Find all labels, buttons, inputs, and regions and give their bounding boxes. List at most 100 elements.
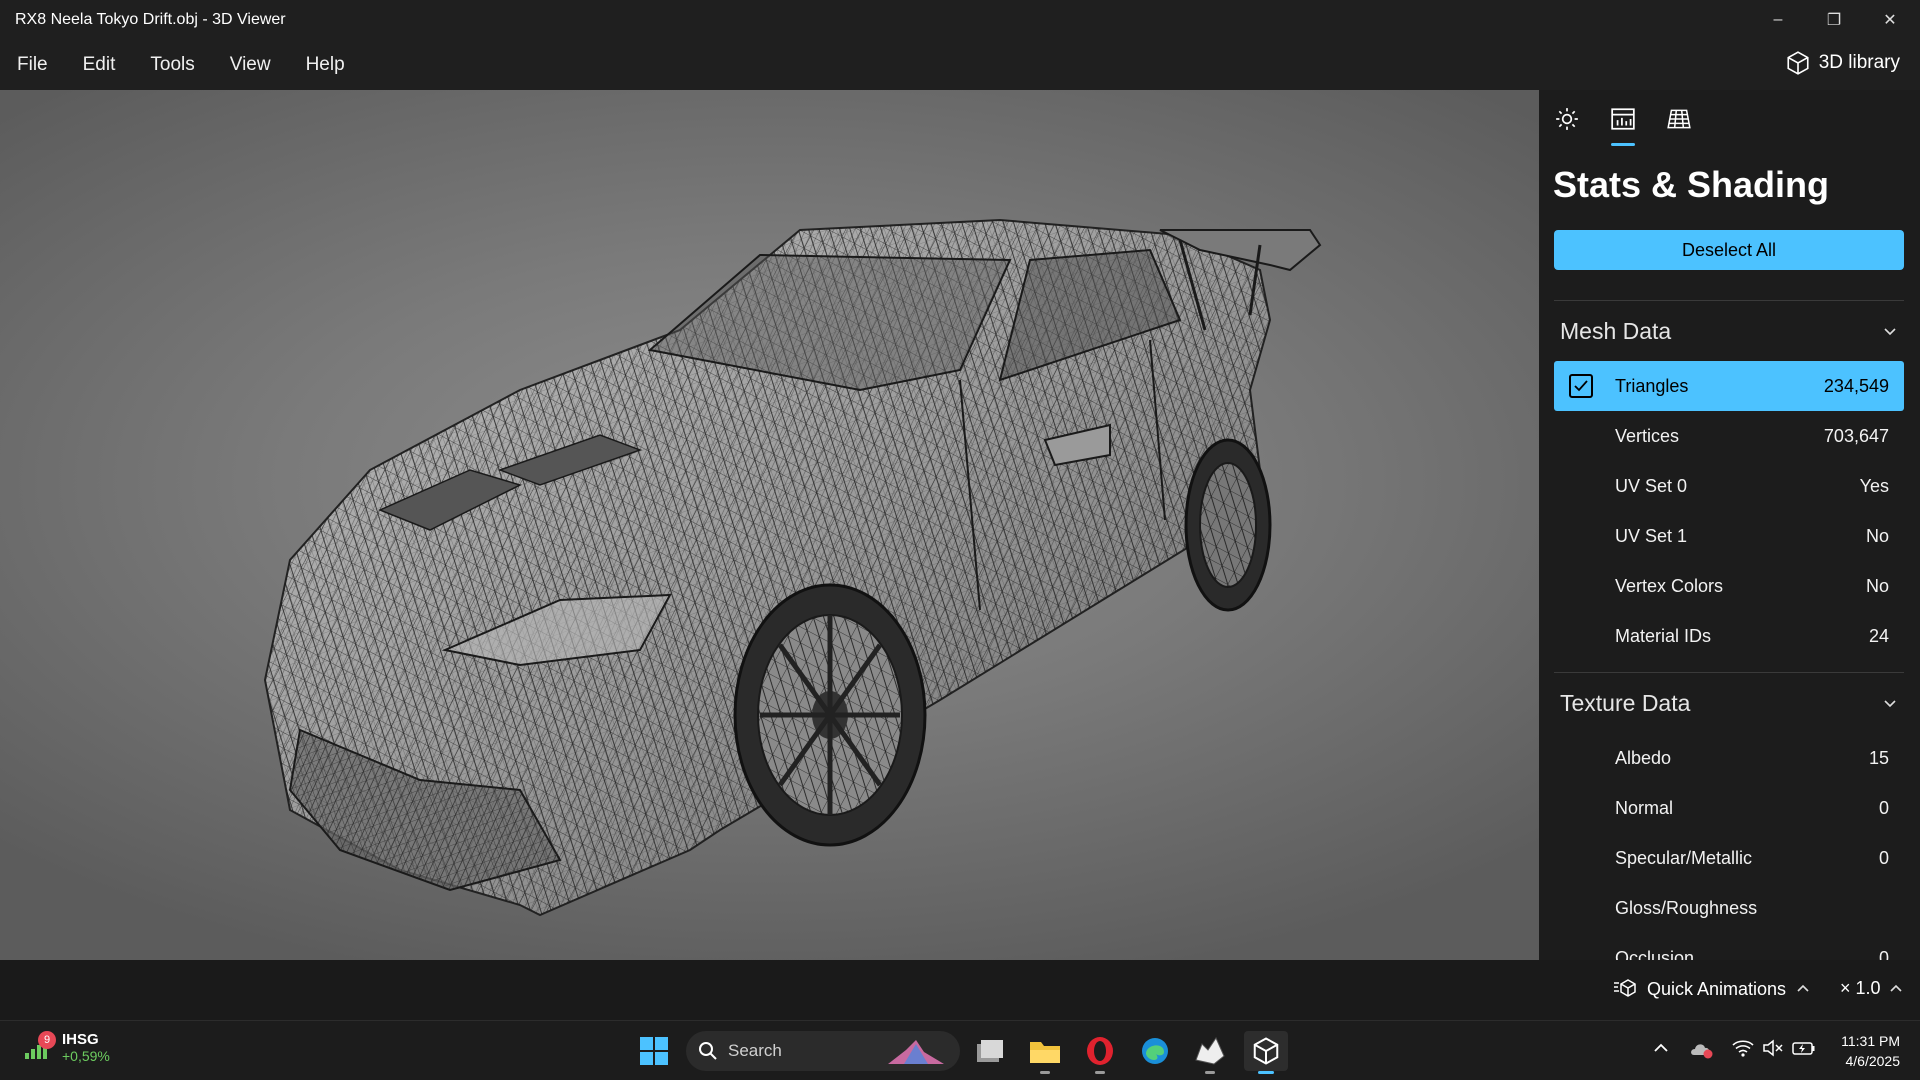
- panel-tabs: [1551, 106, 1695, 146]
- row-label: Normal: [1615, 797, 1674, 818]
- running-indicator: [1040, 1071, 1050, 1074]
- mesh-data-section: Mesh Data Triangles 234,549 Vertices 703…: [1554, 300, 1904, 661]
- system-clock[interactable]: 11:31 PM 4/6/2025: [1830, 1031, 1900, 1071]
- row-label: Vertices: [1615, 425, 1680, 446]
- quick-animations-label: Quick Animations: [1647, 978, 1787, 999]
- animation-bar: Quick Animations × 1.0: [0, 960, 1920, 1020]
- texture-row-gloss-roughness[interactable]: Gloss/Roughness: [1554, 883, 1904, 933]
- wifi-icon[interactable]: [1732, 1039, 1754, 1057]
- stock-widget[interactable]: 9 IHSG +0,59%: [24, 1031, 110, 1064]
- row-label: UV Set 1: [1615, 525, 1688, 546]
- restore-button[interactable]: ❐: [1806, 0, 1862, 40]
- taskbar-opera[interactable]: [1078, 1031, 1122, 1074]
- texture-row-occlusion[interactable]: Occlusion 0: [1554, 933, 1904, 961]
- mesh-row-vertex-colors[interactable]: Vertex Colors No: [1554, 561, 1904, 611]
- row-label: Albedo: [1615, 747, 1672, 768]
- menu-bar: File Edit Tools View Help: [0, 40, 1920, 90]
- cube-icon: [1787, 51, 1809, 75]
- chevron-up-icon: [1797, 984, 1809, 992]
- tab-grid[interactable]: [1663, 106, 1695, 146]
- row-label: Gloss/Roughness: [1615, 897, 1758, 918]
- taskbar-edge[interactable]: [1133, 1031, 1177, 1071]
- tab-stats[interactable]: [1607, 106, 1639, 146]
- deselect-all-button[interactable]: Deselect All: [1554, 230, 1904, 270]
- running-indicator: [1095, 1071, 1105, 1074]
- checkbox-triangles[interactable]: [1569, 374, 1593, 398]
- mesh-row-material-ids[interactable]: Material IDs 24: [1554, 611, 1904, 661]
- menu-tools[interactable]: Tools: [133, 54, 212, 76]
- playback-speed-value: × 1.0: [1840, 978, 1881, 998]
- row-value: 0: [1878, 947, 1889, 961]
- menu-help[interactable]: Help: [289, 54, 363, 76]
- row-value: 0: [1878, 847, 1889, 868]
- close-button[interactable]: ✕: [1862, 0, 1918, 40]
- sun-icon: [1556, 108, 1578, 130]
- playback-speed-button[interactable]: × 1.0: [1840, 978, 1903, 999]
- row-value: No: [1865, 525, 1889, 546]
- clock-time: 11:31 PM: [1841, 1033, 1900, 1049]
- 3d-viewer-icon: [1253, 1037, 1279, 1065]
- texture-row-normal[interactable]: Normal 0: [1554, 783, 1904, 833]
- menu-file[interactable]: File: [0, 54, 66, 76]
- mesh-row-uv-set-1[interactable]: UV Set 1 No: [1554, 511, 1904, 561]
- checkmark-icon: [1574, 380, 1588, 392]
- taskbar-3d-viewer[interactable]: [1244, 1031, 1288, 1074]
- opera-icon: [1087, 1037, 1113, 1065]
- menu-view[interactable]: View: [213, 54, 289, 76]
- tab-lighting[interactable]: [1551, 106, 1583, 146]
- menu-edit[interactable]: Edit: [66, 54, 134, 76]
- mesh-row-vertices[interactable]: Vertices 703,647: [1554, 411, 1904, 461]
- texture-row-albedo[interactable]: Albedo 15: [1554, 733, 1904, 783]
- 3d-viewport[interactable]: [0, 90, 1539, 960]
- minimize-button[interactable]: –: [1750, 0, 1806, 40]
- mesh-data-header[interactable]: Mesh Data: [1554, 301, 1904, 361]
- car-wireframe-model[interactable]: [0, 90, 1539, 960]
- window-title: RX8 Neela Tokyo Drift.obj - 3D Viewer: [15, 11, 286, 28]
- chevron-down-icon: [1884, 700, 1896, 708]
- search-label: Search: [728, 1041, 782, 1060]
- quick-animations-button[interactable]: Quick Animations: [1613, 978, 1810, 1000]
- onedrive-icon[interactable]: [1690, 1039, 1714, 1059]
- row-label: UV Set 0: [1615, 475, 1688, 496]
- search-highlight-icon: [888, 1040, 944, 1064]
- chevron-down-icon: [1884, 328, 1896, 336]
- battery-charging-icon[interactable]: [1792, 1039, 1816, 1057]
- texture-data-title: Texture Data: [1560, 689, 1691, 716]
- chevron-up-icon[interactable]: [1652, 1039, 1670, 1057]
- taskbar-task-view[interactable]: [968, 1031, 1012, 1071]
- taskbar-search[interactable]: Search: [686, 1031, 960, 1071]
- row-label: Vertex Colors: [1615, 575, 1724, 596]
- row-value: 15: [1868, 747, 1889, 768]
- stats-shading-panel: Stats & Shading Deselect All Mesh Data T…: [1539, 90, 1920, 960]
- row-value: 0: [1878, 797, 1889, 818]
- row-label: Specular/Metallic: [1615, 847, 1753, 868]
- row-value: Yes: [1859, 475, 1889, 496]
- 3d-library-button[interactable]: 3D library: [1785, 50, 1900, 76]
- stock-name: IHSG: [62, 1031, 99, 1048]
- taskbar-file-explorer[interactable]: [1023, 1031, 1067, 1074]
- row-value: 703,647: [1823, 425, 1889, 446]
- texture-data-header[interactable]: Texture Data: [1554, 673, 1904, 733]
- chevron-up-icon: [1889, 984, 1902, 992]
- row-value: 24: [1868, 625, 1889, 646]
- animation-cube-icon: [1614, 979, 1636, 997]
- volume-muted-icon[interactable]: [1762, 1039, 1784, 1057]
- row-label: Material IDs: [1615, 625, 1712, 646]
- start-button[interactable]: [632, 1031, 676, 1071]
- taskbar-rhino[interactable]: [1188, 1031, 1232, 1074]
- panel-title: Stats & Shading: [1553, 164, 1830, 205]
- mesh-row-uv-set-0[interactable]: UV Set 0 Yes: [1554, 461, 1904, 511]
- edge-icon: [1142, 1038, 1168, 1064]
- title-bar: RX8 Neela Tokyo Drift.obj - 3D Viewer – …: [0, 0, 1920, 40]
- folder-icon: [1030, 1042, 1060, 1063]
- running-indicator: [1205, 1071, 1215, 1074]
- texture-row-specular-metallic[interactable]: Specular/Metallic 0: [1554, 833, 1904, 883]
- active-indicator: [1258, 1071, 1274, 1074]
- texture-data-section: Texture Data Albedo 15 Normal 0 Specular…: [1554, 672, 1904, 960]
- mesh-row-triangles[interactable]: Triangles 234,549: [1554, 361, 1904, 411]
- windows-taskbar: 9 IHSG +0,59% Search 11:31 PM 4/6/2025: [0, 1020, 1920, 1080]
- clock-date: 4/6/2025: [1845, 1053, 1901, 1069]
- windows-logo-icon: [640, 1037, 668, 1065]
- row-label: Occlusion: [1615, 947, 1695, 961]
- row-value: 234,549: [1823, 375, 1889, 396]
